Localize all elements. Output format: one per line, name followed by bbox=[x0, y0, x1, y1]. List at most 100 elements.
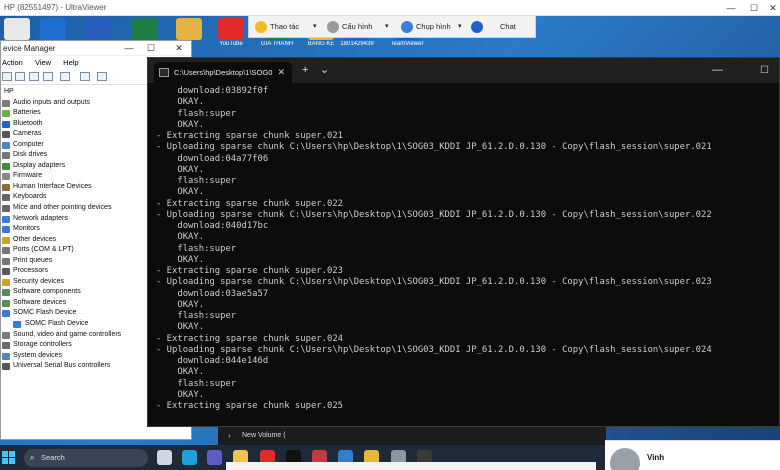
device-category-icon bbox=[2, 257, 10, 265]
device-category-icon bbox=[2, 173, 10, 181]
teams-icon[interactable] bbox=[207, 450, 222, 465]
menu-view[interactable]: View bbox=[35, 58, 51, 67]
tab-close-icon[interactable]: ✕ bbox=[277, 62, 285, 83]
desktop-icon[interactable] bbox=[36, 18, 70, 41]
desktop-icon[interactable] bbox=[80, 18, 114, 41]
search-label: Search bbox=[41, 453, 65, 462]
device-tree-label: Software devices bbox=[13, 298, 67, 306]
device-category-icon bbox=[2, 247, 10, 255]
terminal-tabbar: C:\Users\hp\Desktop\1\SOG0 ✕ + ⌄ — ☐ bbox=[148, 58, 779, 83]
terminal-line: - Uploading sparse chunk C:\Users\hp\Des… bbox=[156, 277, 712, 288]
device-tree-label: Bluetooth bbox=[13, 119, 43, 127]
device-tree-label: Firmware bbox=[13, 172, 43, 180]
device-category-icon bbox=[2, 183, 10, 191]
terminal-line: download:04a77f06 bbox=[156, 153, 269, 164]
chat-button[interactable]: Chat bbox=[471, 19, 516, 35]
dm-minimize-button[interactable]: — bbox=[119, 41, 139, 56]
device-category-icon bbox=[2, 289, 10, 297]
actions-button[interactable]: Thao tác bbox=[255, 19, 299, 35]
device-tree-label: Security devices bbox=[13, 277, 64, 285]
back-icon[interactable] bbox=[2, 72, 12, 81]
dm-maximize-button[interactable]: ☐ bbox=[141, 41, 161, 56]
expand-chevron-icon[interactable]: › bbox=[228, 431, 231, 440]
app-icon bbox=[176, 18, 202, 40]
desktop-icon-label: GIA THANH bbox=[260, 41, 294, 47]
device-tree-label: Software components bbox=[13, 288, 81, 296]
properties-icon[interactable] bbox=[29, 72, 39, 81]
app-icon bbox=[4, 18, 30, 40]
menu-action[interactable]: Action bbox=[2, 58, 23, 67]
device-category-icon bbox=[2, 141, 10, 149]
capture-dropdown-icon[interactable]: ▾ bbox=[458, 19, 462, 35]
device-tree-label: Disk drives bbox=[13, 151, 48, 159]
device-category-icon bbox=[2, 352, 10, 360]
comment-author[interactable]: Vinh bbox=[647, 453, 664, 462]
edge-icon[interactable] bbox=[182, 450, 197, 465]
scan-hardware-icon[interactable] bbox=[80, 72, 90, 81]
disable-device-icon[interactable] bbox=[97, 72, 107, 81]
device-category-icon bbox=[2, 152, 10, 160]
terminal-minimize-button[interactable]: — bbox=[712, 58, 723, 83]
app-icon bbox=[132, 18, 158, 40]
device-tree-label: Cameras bbox=[13, 130, 42, 138]
close-button[interactable]: ✕ bbox=[762, 0, 780, 16]
terminal-tab-icon bbox=[159, 68, 169, 77]
device-tree-label: Sound, video and game controllers bbox=[13, 330, 122, 338]
desktop-icon[interactable] bbox=[0, 18, 34, 41]
terminal-line: OKAY. bbox=[156, 322, 205, 333]
terminal-tab[interactable]: C:\Users\hp\Desktop\1\SOG0 ✕ bbox=[154, 62, 292, 83]
device-category-icon bbox=[2, 226, 10, 234]
device-tree-label: Ports (COM & LPT) bbox=[13, 246, 74, 254]
update-driver-icon[interactable] bbox=[60, 72, 70, 81]
minimize-button[interactable]: — bbox=[720, 0, 742, 16]
terminal-line: download:040d17bc bbox=[156, 221, 269, 231]
menu-help[interactable]: Help bbox=[63, 58, 78, 67]
camera-icon bbox=[401, 21, 413, 34]
taskbar-search[interactable]: ⌕ Search bbox=[24, 449, 148, 467]
comment-panel: Vinh bbox=[605, 440, 780, 470]
desktop-icon-label: BANG KE bbox=[307, 41, 335, 47]
device-manager-titlebar: evice Manager — ☐ ✕ bbox=[1, 41, 191, 56]
terminal-line: - Uploading sparse chunk C:\Users\hp\Des… bbox=[156, 344, 712, 355]
device-tree-label: Universal Serial Bus controllers bbox=[13, 362, 111, 370]
terminal-maximize-button[interactable]: ☐ bbox=[760, 58, 769, 83]
terminal-line: - Extracting sparse chunk super.022 bbox=[156, 198, 344, 209]
terminal-line: OKAY. bbox=[156, 97, 205, 108]
forward-icon[interactable] bbox=[15, 72, 25, 81]
device-category-icon bbox=[2, 131, 10, 139]
terminal-line: OKAY. bbox=[156, 389, 205, 400]
terminal-line: download:03ae5a57 bbox=[156, 288, 269, 299]
chat-label: Chat bbox=[500, 22, 516, 31]
terminal-line: flash:super bbox=[156, 378, 237, 389]
config-button[interactable]: Cấu hình bbox=[327, 19, 372, 35]
terminal-line: OKAY. bbox=[156, 164, 205, 175]
dm-close-button[interactable]: ✕ bbox=[169, 41, 189, 56]
start-button[interactable] bbox=[2, 451, 15, 464]
tab-dropdown-icon[interactable]: ⌄ bbox=[320, 58, 329, 83]
desktop-icon[interactable]: YouTube bbox=[214, 18, 248, 47]
device-category-icon bbox=[13, 321, 21, 329]
terminal-line: - Extracting sparse chunk super.025 bbox=[156, 401, 344, 411]
desktop-icon[interactable] bbox=[128, 18, 162, 41]
task-view-icon[interactable] bbox=[157, 450, 172, 465]
nav-item-new-volume[interactable]: New Volume ( bbox=[242, 432, 286, 439]
terminal-output[interactable]: download:03892f0f OKAY. flash:super OKAY… bbox=[148, 83, 779, 412]
new-tab-icon[interactable]: + bbox=[302, 58, 308, 83]
chat-icon bbox=[471, 21, 483, 34]
device-category-icon bbox=[2, 236, 10, 244]
device-category-icon bbox=[2, 268, 10, 276]
capture-button[interactable]: Chụp hình bbox=[401, 19, 451, 35]
terminal-line: OKAY. bbox=[156, 187, 205, 198]
ultraviewer-toolbar: Thao tác ▾ Cấu hình ▾ Chụp hình ▾ Chat bbox=[248, 16, 536, 38]
help-icon[interactable] bbox=[43, 72, 53, 81]
avatar bbox=[610, 448, 640, 470]
terminal-line: download:03892f0f bbox=[156, 86, 269, 96]
device-tree-label: SOMC Flash Device bbox=[13, 309, 77, 317]
terminal-line: - Extracting sparse chunk super.021 bbox=[156, 131, 344, 141]
app-icon bbox=[40, 18, 66, 40]
config-dropdown-icon[interactable]: ▾ bbox=[385, 19, 389, 35]
device-tree-label: Audio inputs and outputs bbox=[13, 98, 91, 106]
gear-icon bbox=[327, 21, 339, 34]
actions-dropdown-icon[interactable]: ▾ bbox=[313, 19, 317, 35]
desktop-icon-label: 1801429439 bbox=[340, 41, 374, 47]
